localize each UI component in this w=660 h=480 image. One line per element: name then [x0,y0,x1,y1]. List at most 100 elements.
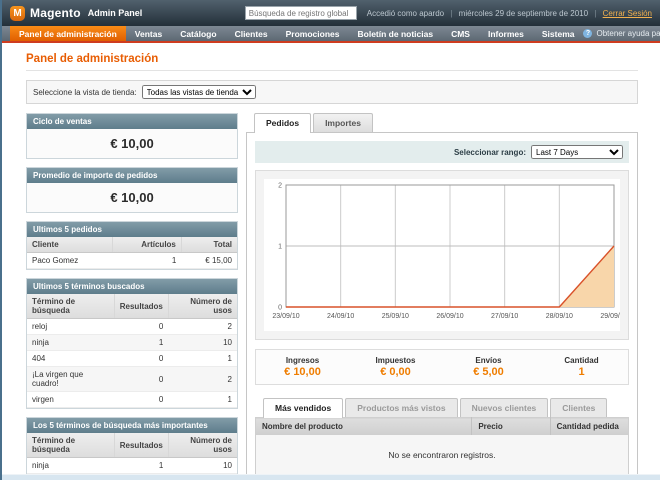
cell: 1 [168,392,237,408]
metric-label: Impuestos [349,356,442,365]
cell: 0 [114,351,168,367]
page-title: Panel de administración [26,53,638,71]
tab-clientes[interactable]: Clientes [550,398,607,417]
tab-nuevos-clientes[interactable]: Nuevos clientes [460,398,549,417]
nav-item-catalogo[interactable]: Catálogo [171,26,225,41]
nav-item-sistema[interactable]: Sistema [533,26,584,41]
svg-text:1: 1 [278,244,282,251]
range-selector-bar: Seleccionar rango: Last 7 Days [255,141,629,163]
range-label: Seleccionar rango: [454,148,526,157]
last-search-terms-table: Término de búsquedaResultadosNúmero de u… [27,294,237,408]
header-user-area: Accedió como apardo | miércoles 29 de se… [367,9,652,18]
last-orders-table: ClienteArtículosTotalPaco Gomez1€ 15,00 [27,237,237,269]
cell: 0 [114,392,168,408]
box-title: Ciclo de ventas [27,114,237,129]
svg-text:23/09/10: 23/09/10 [272,313,299,320]
cell: 2 [168,367,237,392]
column-header-numero-de-usos: Número de usos [168,433,237,458]
table-row[interactable]: 40401 [27,351,237,367]
cell: € 15,00 [181,253,237,269]
main-nav: Panel de administraciónVentasCatálogoCli… [2,26,660,43]
current-date-text: miércoles 29 de septiembre de 2010 [459,9,588,18]
column-header-precio: Precio [472,418,550,436]
nav-item-promociones[interactable]: Promociones [277,26,349,41]
global-search-input[interactable] [245,6,357,20]
range-select[interactable]: Last 7 Days [531,145,623,159]
box-title: Ultimos 5 términos buscados [27,279,237,294]
svg-text:25/09/10: 25/09/10 [382,313,409,320]
cell: 404 [27,351,114,367]
cell: 2 [168,319,237,335]
nav-item-boletin-de-noticias[interactable]: Boletín de noticias [349,26,443,41]
cell: 0 [114,319,168,335]
cell: 10 [168,458,237,474]
tab-mas-vendidos[interactable]: Más vendidos [263,398,343,418]
magento-logo-icon: M [10,6,25,21]
column-header-resultados: Resultados [114,294,168,319]
page-bottom-strip [2,474,660,480]
top-search-terms-table: Término de búsquedaResultadosNúmero de u… [27,433,237,480]
last-search-terms-box: Ultimos 5 términos buscados Término de b… [26,278,238,409]
svg-text:24/09/10: 24/09/10 [327,313,354,320]
column-header-total: Total [181,237,237,253]
table-row[interactable]: ninja110 [27,458,237,474]
table-row[interactable]: ninja110 [27,335,237,351]
store-view-select[interactable]: Todas las vistas de tienda [142,85,256,99]
cell: ninja [27,335,114,351]
chart-tabs: PedidosImportes [246,113,638,132]
store-view-switcher: Seleccione la vista de tienda: Todas las… [26,80,638,104]
svg-text:28/09/10: 28/09/10 [546,313,573,320]
metric-value: € 5,00 [442,366,535,378]
column-header-articulos: Artículos [112,237,181,253]
table-row[interactable]: virgen01 [27,392,237,408]
last-orders-box: Ultimos 5 pedidos ClienteArtículosTotalP… [26,221,238,270]
metric-envios: Envíos€ 5,00 [442,356,535,378]
dashboard-left-column: Ciclo de ventas € 10,00 Promedio de impo… [26,113,238,480]
tab-pedidos[interactable]: Pedidos [254,113,311,133]
svg-text:29/09/10: 29/09/10 [600,313,620,320]
help-icon: ? [583,29,592,38]
metric-label: Ingresos [256,356,349,365]
tab-importes[interactable]: Importes [313,113,373,132]
box-title: Los 5 términos de búsqueda más important… [27,418,237,433]
tab-productos-mas-vistos[interactable]: Productos más vistos [345,398,457,417]
table-row[interactable]: reloj02 [27,319,237,335]
column-header-resultados: Resultados [114,433,168,458]
cell: 0 [114,367,168,392]
metric-cantidad: Cantidad1 [535,356,628,378]
dashboard-right-column: PedidosImportes Seleccionar rango: Last … [246,113,638,480]
bestsellers-table: Nombre del productoPrecioCantidad pedida… [255,417,629,478]
sales-cycle-box: Ciclo de ventas € 10,00 [26,113,238,159]
cell: 1 [168,351,237,367]
nav-item-clientes[interactable]: Clientes [226,26,277,41]
cell: virgen [27,392,114,408]
average-order-value: € 10,00 [27,183,237,212]
logo-subtitle: Admin Panel [88,8,143,18]
help-label: Obtener ayuda para esta página [596,29,660,38]
magento-admin-dashboard: { "header": { "logo_name": "Magento", "l… [0,0,660,480]
nav-item-panel-de-administracion[interactable]: Panel de administración [10,26,126,41]
metric-label: Cantidad [535,356,628,365]
nav-item-ventas[interactable]: Ventas [126,26,171,41]
column-header-numero-de-usos: Número de usos [168,294,237,319]
table-row[interactable]: ¡La virgen que cuadro!02 [27,367,237,392]
table-row[interactable]: Paco Gomez1€ 15,00 [27,253,237,269]
cell: ninja [27,458,114,474]
store-view-label: Seleccione la vista de tienda: [33,88,137,97]
nav-item-cms[interactable]: CMS [442,26,479,41]
header-bar: M Magento Admin Panel Accedió como apard… [2,0,660,26]
metric-label: Envíos [442,356,535,365]
cell: reloj [27,319,114,335]
logo-name: Magento [30,6,81,20]
column-header-cliente: Cliente [27,237,112,253]
page-content: Panel de administración Seleccione la vi… [2,43,660,480]
box-title: Promedio de importe de pedidos [27,168,237,183]
chart-panel: Seleccionar rango: Last 7 Days 0 1 2 23/09/… [246,132,638,480]
metric-ingresos: Ingresos€ 10,00 [256,356,349,378]
help-link[interactable]: ? Obtener ayuda para esta página [583,26,660,41]
cell: 10 [168,335,237,351]
svg-text:0: 0 [278,305,282,312]
svg-text:2: 2 [278,183,282,190]
logout-link[interactable]: Cerrar Sesión [603,9,652,18]
nav-item-informes[interactable]: Informes [479,26,533,41]
